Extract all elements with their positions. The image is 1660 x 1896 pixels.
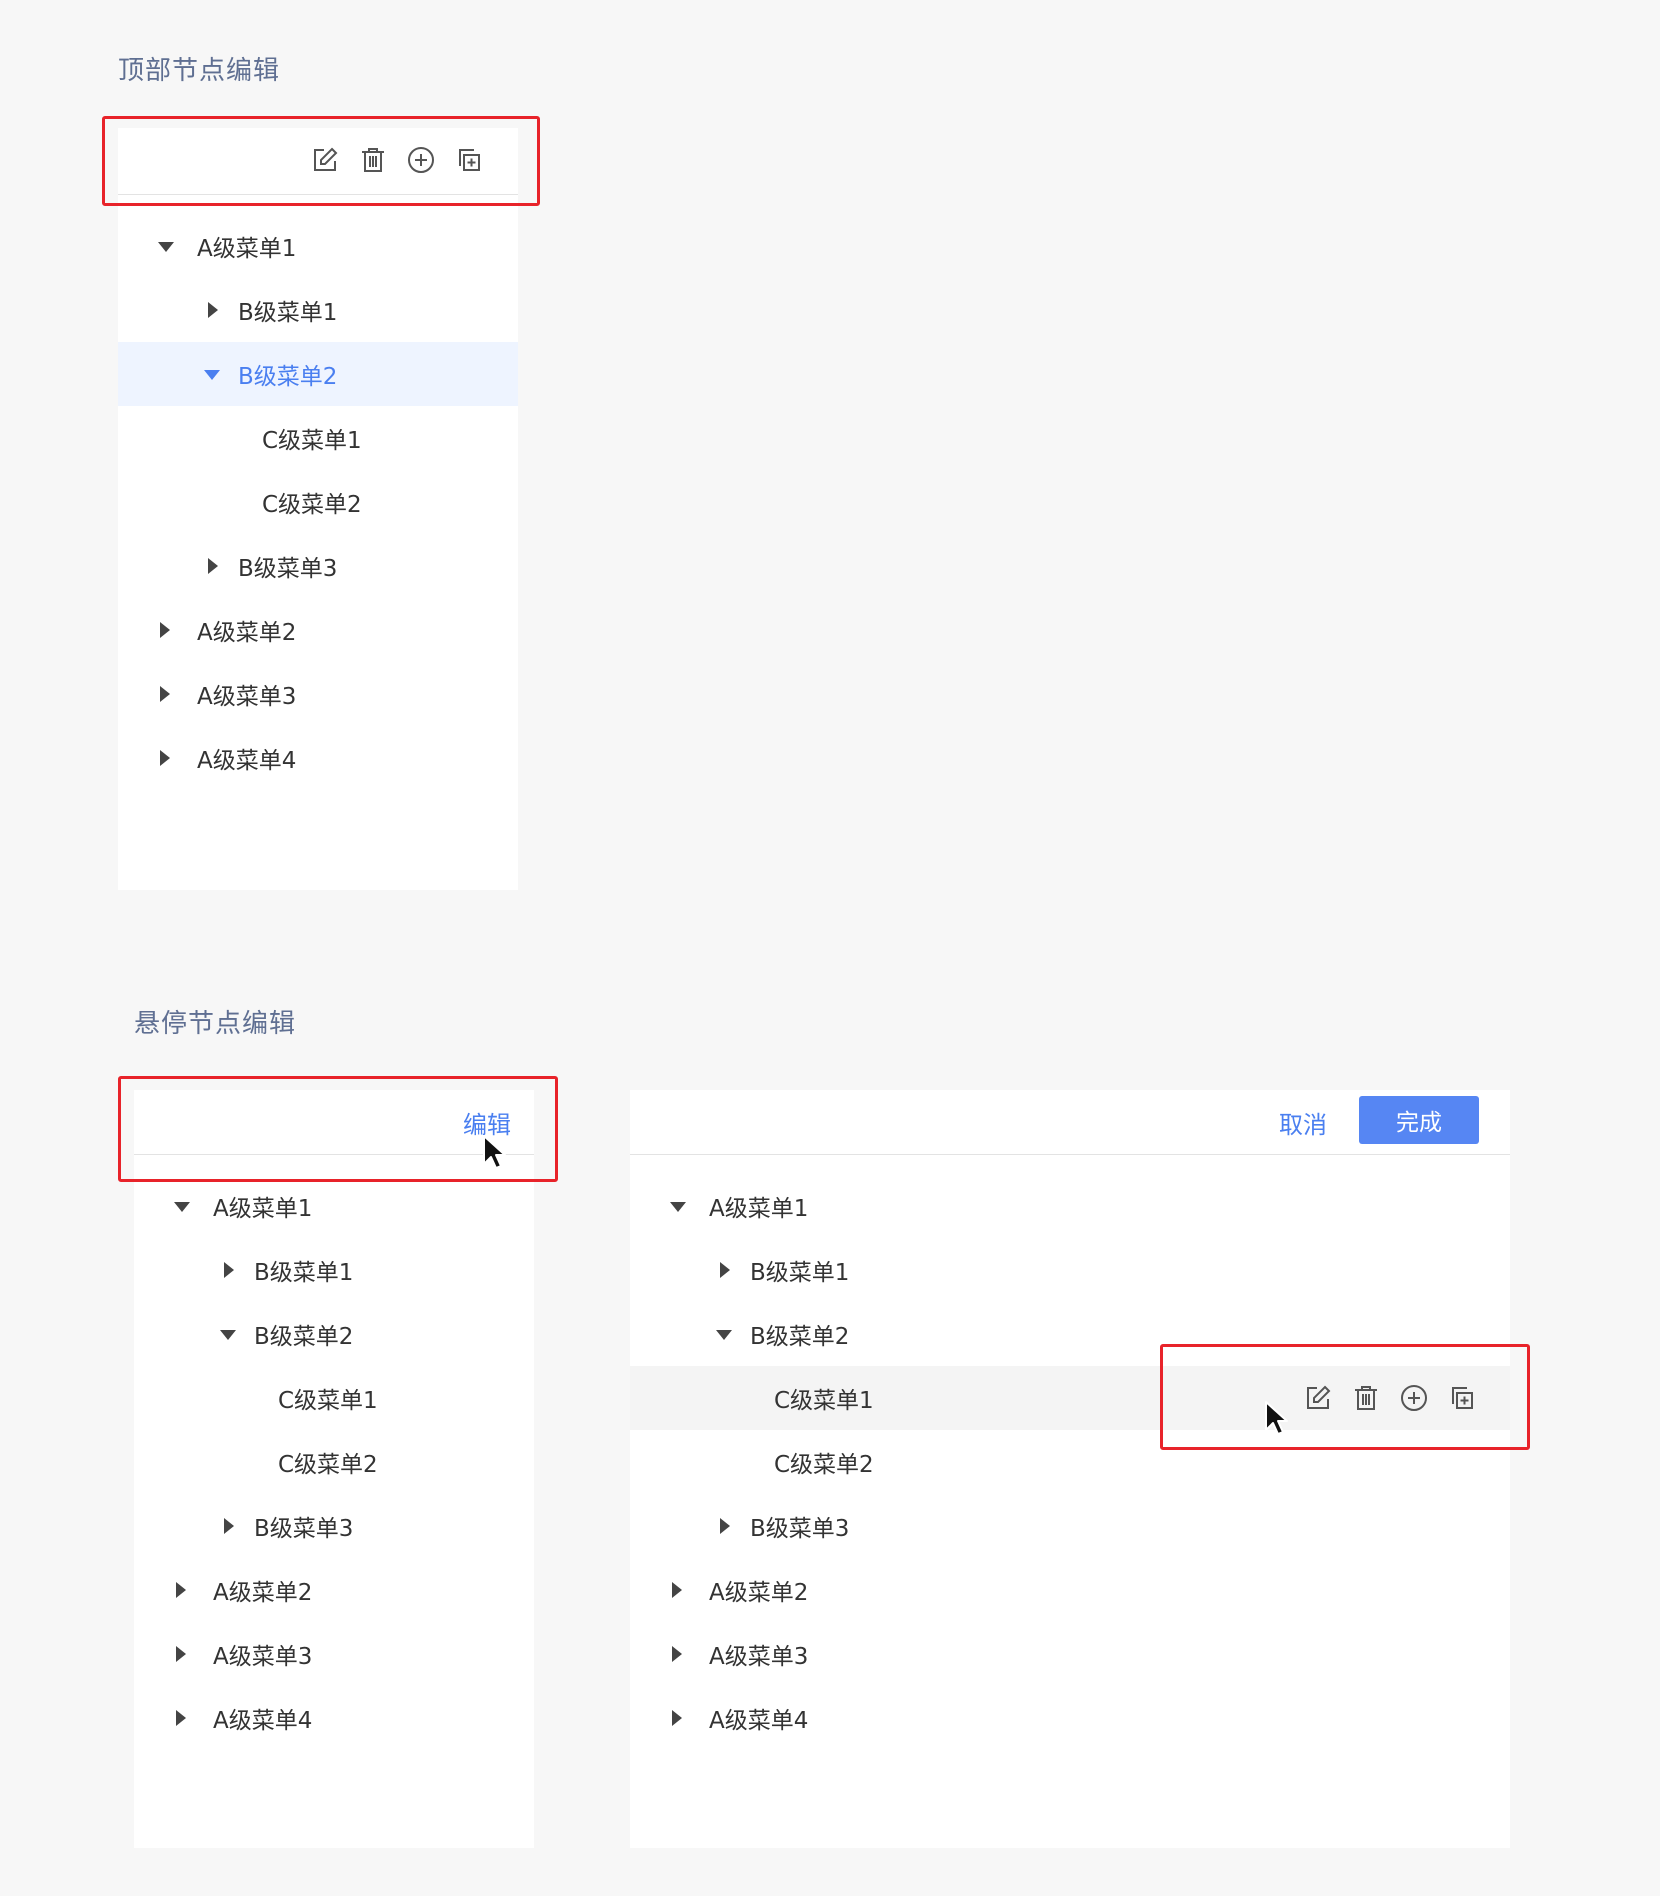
tree-node[interactable]: C级菜单1 — [118, 406, 518, 470]
tree-node-label: A级菜单4 — [213, 1708, 313, 1734]
tree-node-label: C级菜单2 — [262, 492, 362, 518]
caret-right-icon[interactable] — [672, 1710, 682, 1726]
panel-header: 取消 完成 — [630, 1090, 1510, 1155]
tree-node-label: C级菜单1 — [278, 1388, 378, 1414]
tree-node[interactable]: A级菜单4 — [134, 1686, 534, 1750]
tree-node-label: C级菜单1 — [262, 428, 362, 454]
tree-node-label: A级菜单2 — [197, 620, 297, 646]
caret-right-icon[interactable] — [672, 1646, 682, 1662]
tree-node-selected[interactable]: B级菜单2 — [118, 342, 518, 406]
caret-right-icon[interactable] — [672, 1582, 682, 1598]
tree-panel-hover-left: 编辑 A级菜单1 B级菜单1 B级菜单2 C级菜单1 C级菜单2 B级菜单3 A… — [134, 1090, 534, 1848]
tree-node-label: B级菜单2 — [750, 1324, 850, 1350]
tree-node-label: B级菜单2 — [254, 1324, 354, 1350]
section-title-top: 顶部节点编辑 — [118, 56, 281, 86]
tree-node-label: C级菜单1 — [774, 1388, 874, 1414]
tree-node[interactable]: B级菜单1 — [134, 1238, 534, 1302]
tree-node-label: C级菜单2 — [278, 1452, 378, 1478]
tree-node[interactable]: A级菜单4 — [630, 1686, 1510, 1750]
caret-down-icon[interactable] — [220, 1330, 236, 1340]
tree-node-label: B级菜单1 — [238, 300, 338, 326]
tree-node[interactable]: B级菜单1 — [118, 278, 518, 342]
tree-node[interactable]: B级菜单3 — [118, 534, 518, 598]
caret-down-icon[interactable] — [716, 1330, 732, 1340]
tree-node[interactable]: B级菜单2 — [134, 1302, 534, 1366]
tree-node-label: A级菜单3 — [197, 684, 297, 710]
tree-node-label: C级菜单2 — [774, 1452, 874, 1478]
caret-right-icon[interactable] — [720, 1262, 730, 1278]
caret-right-icon[interactable] — [160, 750, 170, 766]
tree-node-label: B级菜单1 — [254, 1260, 354, 1286]
tree-panel-hover-right: 取消 完成 A级菜单1 B级菜单1 B级菜单2 C级菜单1 C级菜单2 B级菜单… — [630, 1090, 1510, 1848]
caret-down-icon[interactable] — [670, 1202, 686, 1212]
tree-node[interactable]: A级菜单4 — [118, 726, 518, 790]
tree-node[interactable]: B级菜单3 — [630, 1494, 1510, 1558]
caret-down-icon[interactable] — [204, 370, 220, 380]
tree-node-label: A级菜单3 — [213, 1644, 313, 1670]
caret-right-icon[interactable] — [160, 622, 170, 638]
tree-node[interactable]: A级菜单3 — [134, 1622, 534, 1686]
section-title-hover: 悬停节点编辑 — [134, 1009, 297, 1039]
tree-node-label: A级菜单3 — [709, 1644, 809, 1670]
tree-node-label: A级菜单2 — [213, 1580, 313, 1606]
tree-node-label: B级菜单2 — [238, 364, 338, 390]
caret-right-icon[interactable] — [176, 1582, 186, 1598]
tree-node[interactable]: A级菜单2 — [630, 1558, 1510, 1622]
caret-right-icon[interactable] — [208, 302, 218, 318]
tree-node[interactable]: A级菜单1 — [118, 214, 518, 278]
tree-node-label: B级菜单3 — [750, 1516, 850, 1542]
tree-node[interactable]: C级菜单1 — [134, 1366, 534, 1430]
highlight-box-row-actions — [1160, 1344, 1530, 1450]
caret-right-icon[interactable] — [176, 1646, 186, 1662]
tree-node-label: B级菜单3 — [238, 556, 338, 582]
tree-node-label: A级菜单4 — [197, 748, 297, 774]
tree-node[interactable]: B级菜单3 — [134, 1494, 534, 1558]
caret-down-icon[interactable] — [174, 1202, 190, 1212]
caret-right-icon[interactable] — [720, 1518, 730, 1534]
caret-right-icon[interactable] — [208, 558, 218, 574]
tree-node[interactable]: A级菜单2 — [134, 1558, 534, 1622]
tree-node[interactable]: A级菜单2 — [118, 598, 518, 662]
tree-node[interactable]: C级菜单2 — [134, 1430, 534, 1494]
done-button[interactable]: 完成 — [1359, 1096, 1479, 1144]
caret-down-icon[interactable] — [158, 242, 174, 252]
tree-node-label: A级菜单1 — [197, 236, 297, 262]
tree-node-label: B级菜单1 — [750, 1260, 850, 1286]
tree-node[interactable]: C级菜单2 — [118, 470, 518, 534]
tree-node-label: A级菜单2 — [709, 1580, 809, 1606]
tree-node[interactable]: B级菜单1 — [630, 1238, 1510, 1302]
tree-panel-top: A级菜单1 B级菜单1 B级菜单2 C级菜单1 C级菜单2 B级菜单3 A级菜单… — [118, 128, 518, 890]
tree-node[interactable]: A级菜单3 — [630, 1622, 1510, 1686]
tree-node-label: A级菜单4 — [709, 1708, 809, 1734]
highlight-box-edit-header — [118, 1076, 558, 1182]
highlight-box-top-toolbar — [102, 116, 540, 206]
caret-right-icon[interactable] — [160, 686, 170, 702]
caret-right-icon[interactable] — [224, 1262, 234, 1278]
tree-node-label: A级菜单1 — [213, 1196, 313, 1222]
tree-node[interactable]: A级菜单1 — [134, 1174, 534, 1238]
caret-right-icon[interactable] — [176, 1710, 186, 1726]
tree-node-label: A级菜单1 — [709, 1196, 809, 1222]
tree-node-label: B级菜单3 — [254, 1516, 354, 1542]
caret-right-icon[interactable] — [224, 1518, 234, 1534]
cancel-button[interactable]: 取消 — [1279, 1105, 1327, 1140]
tree-node[interactable]: A级菜单3 — [118, 662, 518, 726]
tree-node[interactable]: A级菜单1 — [630, 1174, 1510, 1238]
